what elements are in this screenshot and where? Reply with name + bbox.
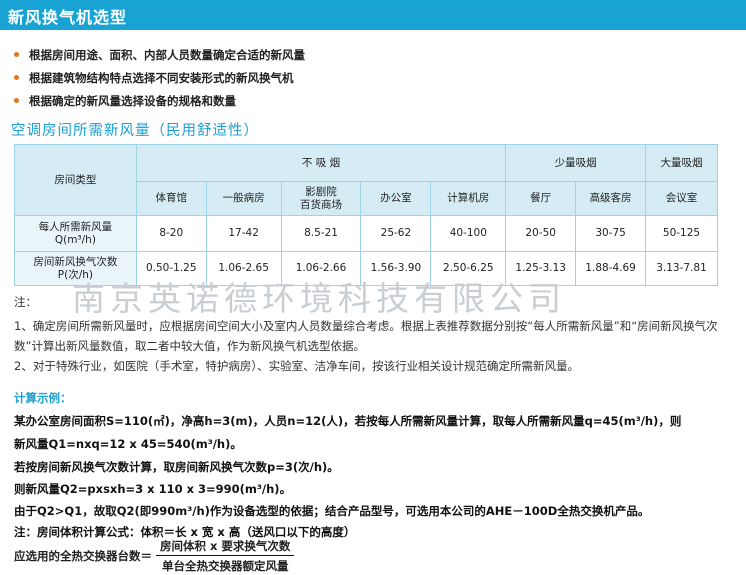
- fresh-air-table: 房间类型 不 吸 烟 少量吸烟 大量吸烟 体育馆 一般病房 影剧院 百货商场 办…: [14, 144, 718, 286]
- table-cell: 40-100: [430, 215, 507, 252]
- calc-line: 则新风量Q2=pxsxh=3 x 110 x 3=990(m³/h)。: [14, 482, 292, 496]
- calc-example-title: 计算示例：: [14, 391, 72, 405]
- calc-line: 由于Q2>Q1，故取Q2(即990m³/h)作为设备选型的依据；结合产品型号，可…: [14, 504, 650, 518]
- table-cell: 8-20: [135, 215, 207, 252]
- calc-line: 若按房间新风换气次数计算，取房间新风换气次数p=3(次/h)。: [14, 460, 339, 474]
- group-header-heavy-smoking: 大量吸烟: [645, 144, 718, 182]
- bullet-list: 根据房间用途、面积、内部人员数量确定合适的新风量 根据建筑物结构特点选择不同安装…: [14, 43, 305, 112]
- note-2: 2、对于特殊行业，如医院（手术室，特护病房）、实验室、洁净车间，按该行业相关设计…: [14, 359, 580, 373]
- table-row: 每人所需新风量 Q(m³/h) 8-20 17-42 8.5-21 25-62 …: [14, 215, 718, 252]
- bullet-dot-icon: [14, 75, 19, 80]
- group-header-no-smoking: 不 吸 烟: [135, 144, 507, 182]
- table-cell: 25-62: [360, 215, 432, 252]
- table-cell: 3.13-7.81: [645, 251, 718, 286]
- table-cell: 1.88-4.69: [575, 251, 647, 286]
- bullet-dot-icon: [14, 52, 19, 57]
- bullet-item: 根据房间用途、面积、内部人员数量确定合适的新风量: [14, 43, 305, 66]
- room-type-header: 高级客房: [575, 181, 647, 216]
- table-cell: 20-50: [505, 215, 577, 252]
- table-cell: 8.5-21: [280, 215, 362, 252]
- formula-fraction: 房间体积 x 要求换气次数 单台全热交换器额定风量: [156, 538, 295, 574]
- formula-denominator: 单台全热交换器额定风量: [161, 559, 289, 573]
- row-label: 每人所需新风量 Q(m³/h): [14, 215, 137, 252]
- formula-numerator: 房间体积 x 要求换气次数: [156, 538, 295, 556]
- room-type-header: 影剧院 百货商场: [280, 181, 362, 216]
- unit-count-formula: 应选用的全热交换器台数＝ 房间体积 x 要求换气次数 单台全热交换器额定风量: [14, 538, 295, 574]
- bullet-item: 根据建筑物结构特点选择不同安装形式的新风换气机: [14, 66, 305, 89]
- page-title: 新风换气机选型: [8, 8, 128, 27]
- group-header-light-smoking: 少量吸烟: [505, 144, 647, 182]
- note-1: 1、确定房间所需新风量时，应根据房间空间大小及室内人员数量综合考虑。根据上表推荐…: [14, 319, 718, 353]
- calc-line: 新风量Q1=nxq=12 x 45=540(m³/h)。: [14, 437, 242, 451]
- note-title: 注：: [14, 295, 37, 309]
- header-bar: 新风换气机选型: [0, 0, 746, 30]
- room-type-header: 会议室: [645, 181, 718, 216]
- room-type-header: 一般病房: [205, 181, 282, 216]
- table-cell: 30-75: [575, 215, 647, 252]
- room-type-header: 办公室: [360, 181, 432, 216]
- table-cell: 17-42: [205, 215, 282, 252]
- bullet-item: 根据确定的新风量选择设备的规格和数量: [14, 89, 305, 112]
- room-type-header: 体育馆: [135, 181, 207, 216]
- table-cell: 50-125: [645, 215, 718, 252]
- formula-label: 应选用的全热交换器台数＝: [14, 549, 152, 563]
- row-header-cell: 房间类型: [14, 144, 137, 216]
- room-type-header: 餐厅: [505, 181, 577, 216]
- calc-line: 某办公室房间面积S=110(㎡)，净高h=3(m)，人员n=12(人)，若按每人…: [14, 414, 682, 428]
- section-subtitle: 空调房间所需新风量（民用舒适性）: [11, 123, 259, 139]
- room-type-header: 计算机房: [430, 181, 507, 216]
- bullet-dot-icon: [14, 98, 19, 103]
